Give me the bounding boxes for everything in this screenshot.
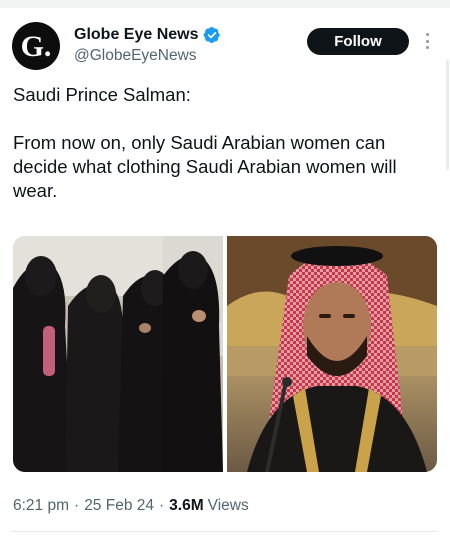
tweet-text: Saudi Prince Salman: From now on, only S… [13, 83, 433, 203]
tweet-time[interactable]: 6:21 pm [13, 497, 69, 515]
avatar-logo-letter: G. [20, 29, 52, 63]
tweet-meta: 6:21 pm · 25 Feb 24 · 3.6M Views [13, 497, 249, 515]
author-names: Globe Eye News @GlobeEyeNews [74, 24, 221, 65]
author-handle[interactable]: @GlobeEyeNews [74, 47, 221, 65]
views-label: Views [207, 497, 249, 514]
photo-prince-salman[interactable] [227, 236, 437, 472]
follow-button[interactable]: Follow [307, 28, 409, 55]
tweet-text-line-2: From now on, only Saudi Arabian women ca… [13, 132, 397, 201]
bottom-divider [12, 531, 438, 532]
scrollbar[interactable] [446, 60, 449, 170]
tweet-date[interactable]: 25 Feb 24 [84, 497, 154, 515]
author-display-name[interactable]: Globe Eye News [74, 26, 199, 44]
avatar[interactable]: G. [12, 22, 60, 70]
photo-women-in-abayas[interactable] [13, 236, 223, 472]
separator-dot: · [159, 497, 165, 514]
tweet-text-line-1: Saudi Prince Salman: [13, 84, 191, 105]
tweet-media[interactable] [13, 236, 437, 472]
separator-dot: · [74, 497, 80, 514]
more-options-icon[interactable] [420, 30, 434, 52]
tweet-header: G. Globe Eye News @GlobeEyeNews Follow [12, 20, 438, 72]
verified-badge-icon[interactable] [203, 26, 221, 44]
top-divider [0, 0, 450, 8]
views-count: 3.6M [169, 497, 204, 514]
